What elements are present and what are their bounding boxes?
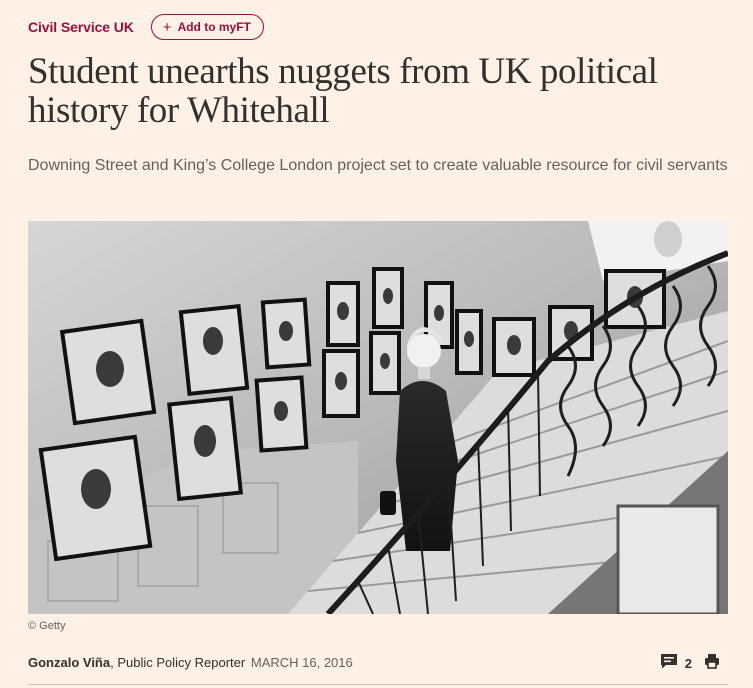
comment-bubble-icon — [660, 653, 678, 674]
article-tools: 2 — [660, 653, 720, 674]
printer-icon — [704, 653, 720, 674]
plus-icon: + — [162, 18, 172, 36]
add-to-myft-label: Add to myFT — [177, 20, 251, 34]
comments-button[interactable]: 2 — [660, 653, 692, 674]
article-title: Student unearths nuggets from UK politic… — [28, 51, 658, 131]
print-button[interactable] — [704, 653, 720, 674]
image-credit: © Getty — [28, 620, 66, 632]
byline: Gonzalo Viña, Public Policy Reporter MAR… — [28, 655, 353, 670]
author-link[interactable]: Gonzalo Viña — [28, 655, 110, 670]
add-to-myft-button[interactable]: + Add to myFT — [150, 14, 264, 40]
article-standfirst: Downing Street and King’s College London… — [28, 157, 728, 174]
author-role: , Public Policy Reporter — [110, 655, 246, 670]
article-main-image — [28, 221, 728, 614]
byline-divider — [28, 684, 728, 685]
comment-count: 2 — [684, 656, 692, 671]
topic-link[interactable]: Civil Service UK — [28, 19, 134, 35]
publish-date: MARCH 16, 2016 — [250, 655, 353, 670]
article-topbar: Civil Service UK + Add to myFT — [28, 14, 264, 40]
